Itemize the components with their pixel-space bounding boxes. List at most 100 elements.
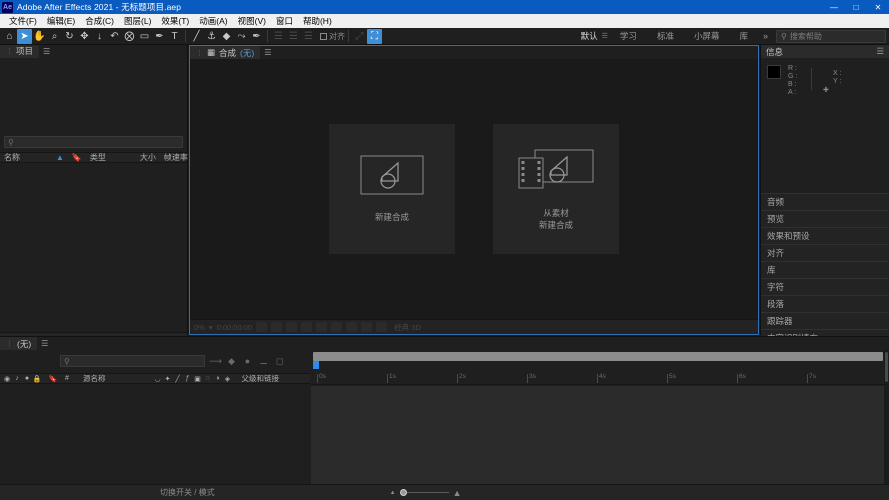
minimize-button[interactable]: — — [823, 0, 845, 14]
pan-behind-tool[interactable]: ✥ — [77, 29, 92, 44]
rotation-tool[interactable]: ↶ — [107, 29, 122, 44]
rail-panel-tracker[interactable]: 跟踪器 — [761, 312, 889, 329]
hand-tool[interactable]: ✋ — [32, 29, 47, 44]
rail-panel-libraries[interactable]: 库 — [761, 261, 889, 278]
snapping-checkbox[interactable] — [320, 32, 327, 40]
selection-tool[interactable]: ➤ — [17, 28, 32, 44]
3d-layer-icon[interactable]: ◈ — [224, 375, 232, 383]
tab-composition[interactable]: ⋮ ▦ 合成 (无) — [190, 46, 261, 59]
zoom-slider-knob[interactable] — [399, 489, 407, 496]
menu-file[interactable]: 文件(F) — [4, 14, 42, 28]
workspace-tab-small-screen[interactable]: 小屏幕 — [684, 28, 730, 45]
timecode-display[interactable]: 0:00:00:00 — [217, 323, 252, 332]
quality-switch-icon[interactable]: ╱ — [174, 375, 182, 383]
workspace-overflow-icon[interactable]: » — [758, 31, 773, 41]
collapse-transformations-icon[interactable]: ✦ — [164, 375, 172, 383]
timeline-track-canvas[interactable] — [311, 386, 889, 484]
column-name[interactable]: 名称 — [0, 152, 24, 163]
type-tool[interactable]: T — [167, 29, 182, 44]
rail-panel-align[interactable]: 对齐 — [761, 244, 889, 261]
timeline-search-input[interactable]: ⚲ — [60, 355, 205, 367]
home-icon[interactable]: ⌂ — [2, 29, 17, 44]
timeline-panel-menu-icon[interactable]: ☰ — [37, 339, 52, 348]
transparency-grid-icon[interactable] — [286, 322, 298, 332]
region-of-interest-icon[interactable] — [271, 322, 283, 332]
close-button[interactable]: ✕ — [867, 0, 889, 14]
clone-stamp-tool[interactable]: ⚓ — [204, 29, 219, 44]
column-framerate[interactable]: 帧速率 — [160, 152, 192, 163]
view-layout-icon[interactable] — [301, 322, 313, 332]
toggle-switches-modes-button[interactable]: 切换开关 / 模式 — [160, 487, 215, 498]
maximize-button[interactable]: □ — [845, 0, 867, 14]
shy-switch-icon[interactable]: ◡ — [154, 375, 162, 383]
shape-tool[interactable]: ▭ — [137, 29, 152, 44]
workspace-tab-standard[interactable]: 标准 — [647, 28, 684, 45]
menu-animation[interactable]: 动画(A) — [194, 14, 232, 28]
project-item-list[interactable] — [0, 163, 187, 332]
rail-panel-effects-presets[interactable]: 效果和预设 — [761, 227, 889, 244]
work-area-bar[interactable] — [313, 352, 883, 361]
magnification-value[interactable]: 0% — [194, 323, 205, 332]
workspace-menu-icon[interactable]: ☰ — [602, 32, 608, 40]
workspace-tab-learn[interactable]: 学习 — [610, 28, 647, 45]
menu-edit[interactable]: 编辑(E) — [42, 14, 80, 28]
orbit-tool[interactable]: ↻ — [62, 29, 77, 44]
adjustment-layer-icon[interactable]: ◑ — [214, 375, 222, 383]
new-composition-from-footage-card[interactable]: 从素材 新建合成 — [493, 124, 619, 254]
guides-icon[interactable] — [346, 322, 358, 332]
puppet-pin-tool[interactable]: ✒ — [249, 29, 264, 44]
info-panel-menu-icon[interactable]: ☰ — [876, 46, 884, 57]
column-parent-link[interactable]: 父级和链接 — [242, 373, 280, 384]
video-visibility-icon[interactable]: ◉ — [3, 375, 11, 383]
workspace-tab-libraries[interactable]: 库 — [729, 28, 758, 45]
sort-arrow-icon[interactable]: ▲ — [52, 153, 68, 162]
audio-mute-icon[interactable]: ♪ — [13, 375, 21, 383]
channel-icon[interactable] — [361, 322, 373, 332]
rail-panel-paragraph[interactable]: 段落 — [761, 295, 889, 312]
motion-blur-icon[interactable]: ◻ — [274, 356, 285, 367]
menu-composition[interactable]: 合成(C) — [80, 14, 119, 28]
column-size[interactable]: 大小 — [136, 152, 160, 163]
effects-switch-icon[interactable]: ƒ — [184, 375, 192, 383]
tab-project[interactable]: ⋮ 项目 — [0, 45, 40, 58]
menu-help[interactable]: 帮助(H) — [298, 14, 337, 28]
exposure-icon[interactable] — [376, 322, 388, 332]
menu-effect[interactable]: 效果(T) — [156, 14, 194, 28]
timeline-vertical-scrollbar[interactable] — [884, 350, 889, 484]
timeline-layer-list[interactable] — [0, 384, 310, 484]
label-color-icon[interactable]: 🔖 — [49, 375, 58, 383]
anchor-point-tool[interactable]: ⨂ — [122, 29, 137, 44]
solo-icon[interactable]: ● — [23, 375, 31, 383]
menu-layer[interactable]: 图层(L) — [119, 14, 156, 28]
playhead-marker[interactable] — [313, 361, 319, 369]
menu-view[interactable]: 视图(V) — [233, 14, 271, 28]
rail-panel-preview[interactable]: 预览 — [761, 210, 889, 227]
motion-blur-switch-icon[interactable]: ◌ — [204, 375, 212, 383]
rail-panel-audio[interactable]: 音频 — [761, 193, 889, 210]
brush-tool[interactable]: ╱ — [189, 29, 204, 44]
menu-window[interactable]: 窗口 — [271, 14, 298, 28]
roto-brush-tool[interactable]: ⤳ — [234, 29, 249, 44]
lock-icon[interactable]: 🔒 — [33, 375, 42, 383]
timeline-zoom-slider[interactable]: ▲ ▲ — [390, 488, 462, 498]
project-search-input[interactable]: ⚲ — [4, 136, 183, 148]
zoom-tool[interactable]: ⌕ — [47, 29, 62, 44]
resolution-selector[interactable] — [256, 322, 268, 332]
zoom-out-icon[interactable]: ▲ — [390, 490, 396, 496]
pen-tool[interactable]: ✒ — [152, 29, 167, 44]
tab-timeline[interactable]: ⋮ (无) — [0, 337, 38, 350]
column-source-name[interactable]: 源名称 — [83, 373, 106, 384]
hide-shy-layers-icon[interactable]: ● — [242, 356, 253, 367]
fit-tool[interactable]: ⤢ — [352, 29, 367, 44]
new-composition-card[interactable]: 新建合成 — [329, 124, 455, 254]
rail-panel-character[interactable]: 字符 — [761, 278, 889, 295]
3d-view-icon[interactable] — [316, 322, 328, 332]
renderer-label[interactable]: 经典 3D — [394, 322, 421, 333]
frame-blend-switch-icon[interactable]: ▣ — [194, 375, 202, 383]
composition-mini-flowchart-icon[interactable]: ⟶ — [209, 356, 222, 367]
camera-view-icon[interactable] — [331, 322, 343, 332]
column-type[interactable]: 类型 — [86, 152, 110, 163]
eraser-tool[interactable]: ◆ — [219, 29, 234, 44]
zoom-in-icon[interactable]: ▲ — [453, 488, 462, 498]
expand-tool[interactable]: ⛶ — [367, 28, 382, 44]
